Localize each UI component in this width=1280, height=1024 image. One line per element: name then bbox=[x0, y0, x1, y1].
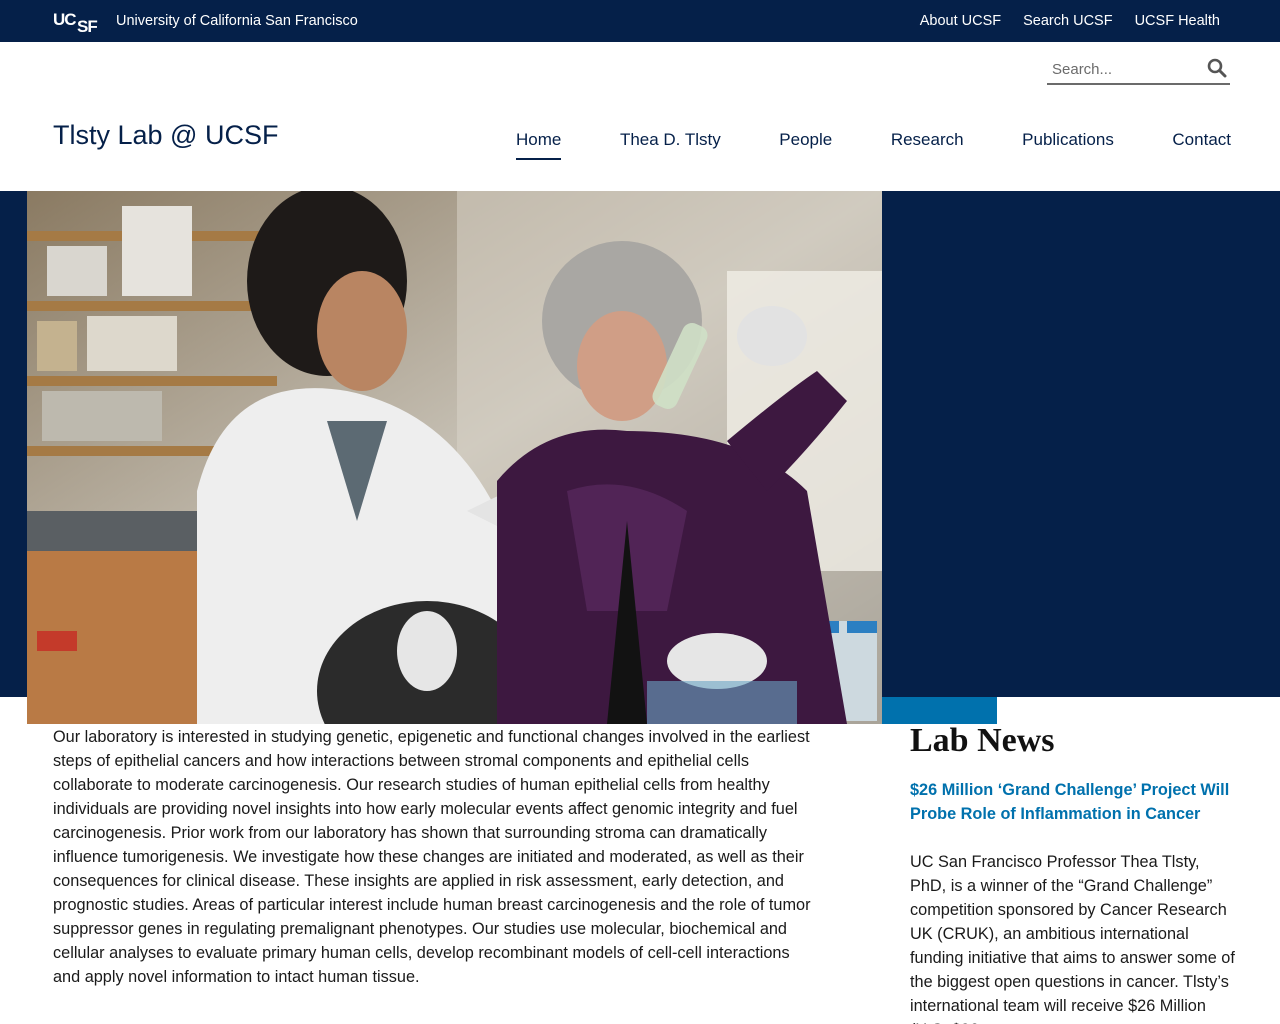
lab-photo-illustration bbox=[27, 191, 882, 724]
svg-text:UC: UC bbox=[53, 10, 76, 29]
nav-research[interactable]: Research bbox=[891, 130, 964, 160]
lab-intro-text: Our laboratory is interested in studying… bbox=[53, 728, 811, 986]
nav-publications[interactable]: Publications bbox=[1022, 130, 1114, 160]
news-item-title-link[interactable]: $26 Million ‘Grand Challenge’ Project Wi… bbox=[910, 778, 1230, 826]
nav-thea-tlsty[interactable]: Thea D. Tlsty bbox=[620, 130, 721, 160]
hero-photo bbox=[27, 191, 882, 724]
ucsf-global-bar: UC SF University of California San Franc… bbox=[0, 0, 1280, 42]
svg-text:SF: SF bbox=[77, 17, 97, 34]
main-nav: Home Thea D. Tlsty People Research Publi… bbox=[516, 130, 1231, 160]
accent-bar bbox=[882, 697, 997, 724]
site-title[interactable]: Tlsty Lab @ UCSF bbox=[53, 120, 278, 151]
university-name[interactable]: University of California San Francisco bbox=[116, 13, 358, 29]
about-ucsf-link[interactable]: About UCSF bbox=[920, 13, 1001, 29]
search-button[interactable] bbox=[1204, 57, 1230, 81]
lab-news-heading: Lab News bbox=[910, 722, 1055, 759]
nav-contact[interactable]: Contact bbox=[1172, 130, 1231, 160]
search-input[interactable] bbox=[1047, 56, 1197, 82]
ucsf-logo[interactable]: UC SF bbox=[53, 8, 103, 34]
search-ucsf-link[interactable]: Search UCSF bbox=[1023, 13, 1112, 29]
nav-home[interactable]: Home bbox=[516, 130, 562, 160]
ucsf-health-link[interactable]: UCSF Health bbox=[1135, 13, 1220, 29]
news-item-body: UC San Francisco Professor Thea Tlsty, P… bbox=[910, 853, 1235, 1024]
magnifier-icon bbox=[1207, 58, 1227, 77]
site-search bbox=[1047, 56, 1230, 85]
ucsf-utility-nav: About UCSF Search UCSF UCSF Health bbox=[920, 13, 1220, 29]
nav-people[interactable]: People bbox=[779, 130, 832, 160]
